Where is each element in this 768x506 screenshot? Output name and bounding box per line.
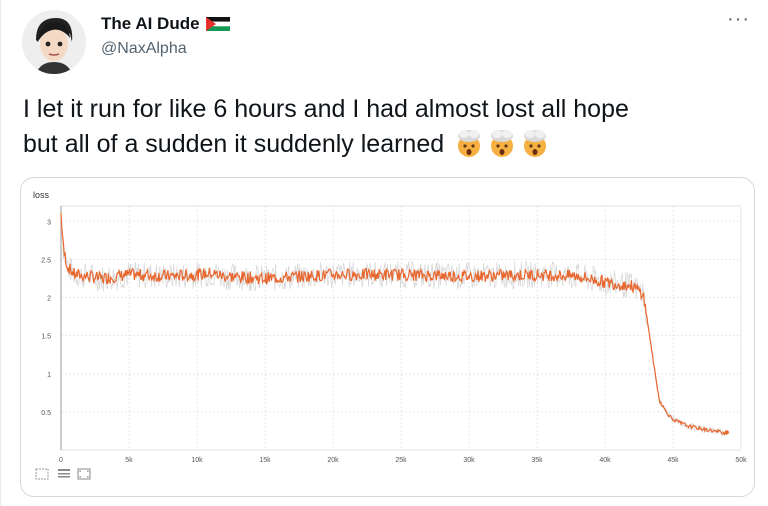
smoothed-loss-line — [60, 212, 728, 436]
exploding-head-icon — [491, 130, 514, 157]
x-tick-label: 20k — [327, 457, 339, 464]
data-table-icon[interactable] — [57, 468, 71, 480]
raw-loss-line — [60, 213, 728, 437]
palestine-flag-icon — [205, 16, 230, 31]
timeline-border — [0, 0, 1, 506]
expand-icon[interactable] — [35, 468, 49, 480]
y-tick-label: 2.5 — [41, 257, 51, 264]
exploding-head-icon — [524, 130, 547, 157]
display-name[interactable]: The AI Dude — [101, 14, 230, 34]
x-tick-label: 30k — [463, 457, 475, 464]
more-options-icon[interactable]: ··· — [727, 8, 750, 31]
cartoon-avatar-icon — [22, 10, 86, 74]
y-tick-label: 1 — [47, 372, 51, 379]
x-tick-label: 35k — [531, 457, 543, 464]
x-tick-label: 0 — [59, 457, 63, 464]
fit-domain-icon[interactable] — [77, 468, 91, 480]
x-tick-labels: 0 5k 10k 15k 20k 25k 30k 35k 40k 45k 50k — [59, 457, 747, 464]
x-tick-label: 5k — [125, 457, 133, 464]
chart-grid — [60, 205, 742, 451]
tweet-text: I let it run for like 6 hours and I had … — [23, 92, 743, 162]
avatar[interactable] — [22, 10, 86, 74]
loss-chart: 0.5 1 1.5 2 2.5 3 0 5k 10k 15k 20k 25k 30k 35k 40k 45k… — [41, 205, 747, 464]
x-tick-label: 45k — [667, 457, 679, 464]
y-tick-labels: 0.5 1 1.5 2 2.5 3 — [41, 219, 51, 417]
last-point-marker — [724, 430, 729, 435]
display-name-text[interactable]: The AI Dude — [101, 14, 200, 33]
y-tick-label: 0.5 — [41, 410, 51, 417]
x-tick-label: 50k — [735, 457, 747, 464]
user-handle[interactable]: @NaxAlpha — [101, 40, 187, 58]
exploding-head-icon — [458, 130, 481, 157]
chart-image-card[interactable]: loss 0.5 1 1.5 2 2.5 3 0 5k 10k 15k 20k 25k 30k 35k 4… — [20, 177, 755, 497]
x-tick-label: 40k — [599, 457, 611, 464]
tweet-line-1: I let it run for like 6 hours and I had … — [23, 95, 629, 123]
y-tick-label: 1.5 — [41, 334, 51, 341]
chart-series — [60, 212, 729, 437]
tweet-line-2: but all of a sudden it suddenly learned — [23, 127, 743, 162]
y-tick-label: 2 — [47, 296, 51, 303]
y-tick-label: 3 — [47, 219, 51, 226]
x-tick-label: 15k — [259, 457, 271, 464]
x-tick-label: 25k — [395, 457, 407, 464]
x-tick-label: 10k — [191, 457, 203, 464]
tweet-line-2-text: but all of a sudden it suddenly learned — [23, 130, 445, 158]
